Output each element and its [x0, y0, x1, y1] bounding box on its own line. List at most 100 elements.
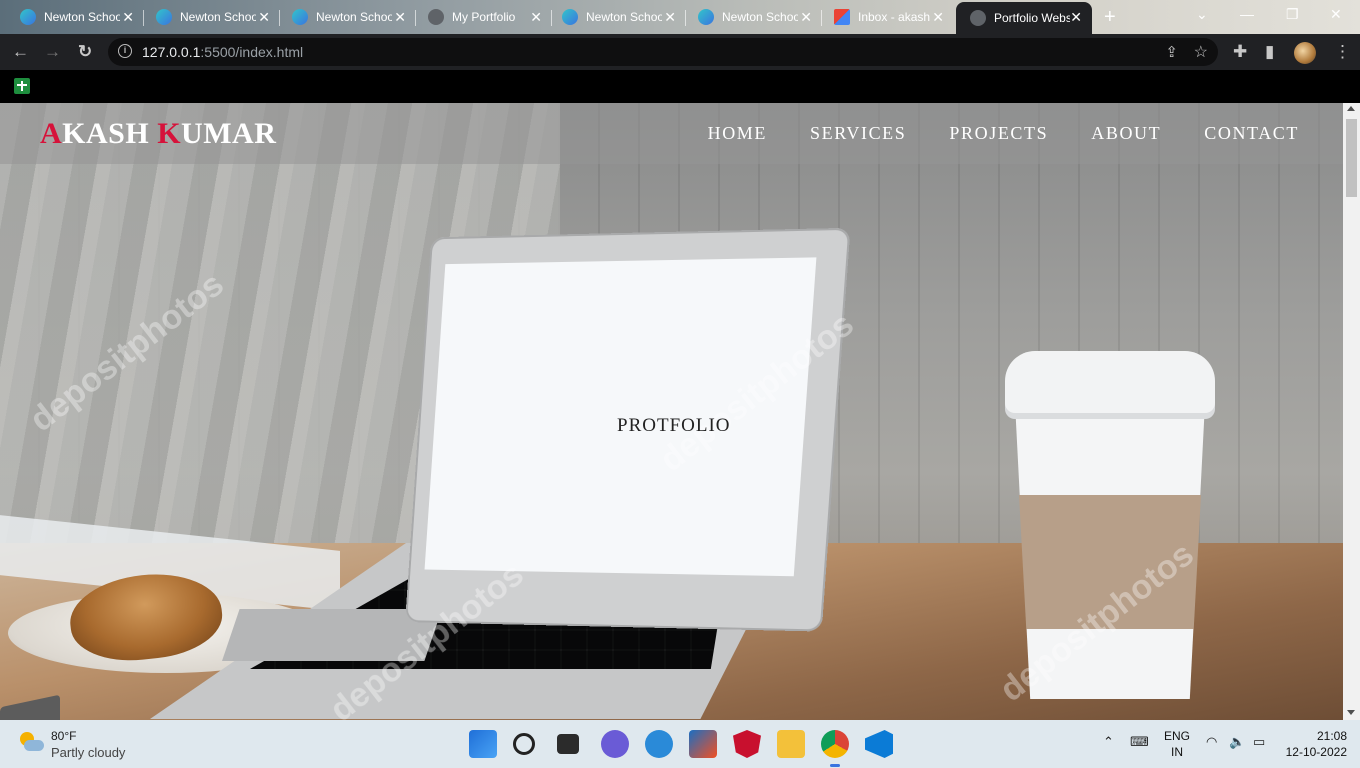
newton-icon [20, 9, 36, 25]
forward-icon[interactable]: → [44, 42, 61, 62]
weather-icon[interactable] [18, 732, 44, 752]
site-info-icon[interactable]: i [118, 44, 132, 58]
logo-text: UMAR [181, 117, 277, 150]
bookmark-star-icon[interactable]: ☆ [1194, 42, 1208, 62]
hero-heading: PROTFOLIO [617, 415, 731, 436]
sheets-bookmark-icon[interactable] [14, 78, 30, 94]
scroll-down-arrow-icon[interactable] [1347, 710, 1355, 715]
side-panel-icon[interactable]: ▮ [1265, 42, 1274, 62]
keyboard-icon[interactable]: ⌨ [1130, 734, 1149, 750]
url-host: 127.0.0.1 [142, 44, 201, 60]
weather-temperature[interactable]: 80°F [51, 729, 76, 743]
close-tab-icon[interactable]: ✕ [1070, 9, 1082, 26]
task-view-icon[interactable] [557, 734, 579, 754]
new-tab-icon[interactable]: + [1104, 6, 1116, 29]
close-window-icon[interactable]: ✕ [1330, 6, 1342, 23]
logo-initial: A [40, 117, 63, 150]
close-tab-icon[interactable]: ✕ [800, 9, 812, 26]
menu-icon[interactable]: ⋮ [1334, 42, 1351, 62]
vscode-icon[interactable] [865, 730, 893, 758]
url-text[interactable]: 127.0.0.1:5500/index.html [142, 44, 303, 60]
cup-lid [1005, 351, 1215, 413]
restore-icon[interactable]: ❐ [1286, 6, 1299, 23]
tab-strip: Newton School ✕ Newton School ✕ Newton S… [0, 0, 1360, 34]
store-icon[interactable] [689, 730, 717, 758]
browser-tab[interactable]: Newton School ✕ [542, 2, 686, 32]
url-path: :5500/index.html [200, 44, 304, 60]
nav-contact[interactable]: CONTACT [1204, 123, 1299, 144]
logo-text: KASH [62, 117, 158, 150]
browser-toolbar: ← → ↻ i 127.0.0.1:5500/index.html ⇪ ☆ ✚ … [0, 34, 1360, 70]
nav-services[interactable]: SERVICES [810, 123, 906, 144]
back-icon[interactable]: ← [12, 42, 29, 62]
chrome-icon[interactable] [821, 730, 849, 758]
github-icon [428, 9, 444, 25]
tab-title: Newton School [316, 10, 392, 24]
reload-icon[interactable]: ↻ [78, 42, 92, 62]
language-code: ENG [1163, 729, 1190, 743]
tab-title: Newton School [722, 10, 798, 24]
page-viewport: depositphotos depositphotos depositphoto… [0, 103, 1343, 720]
profile-avatar[interactable] [1294, 42, 1316, 64]
cloud-icon [24, 740, 44, 751]
close-tab-icon[interactable]: ✕ [530, 9, 542, 26]
browser-tab[interactable]: Newton School ✕ [0, 2, 144, 32]
browser-tab[interactable]: My Portfolio ✕ [408, 2, 552, 32]
logo-initial: K [157, 117, 182, 150]
weather-description[interactable]: Partly cloudy [51, 745, 125, 760]
newton-icon [156, 9, 172, 25]
close-tab-icon[interactable]: ✕ [258, 9, 270, 26]
minimize-icon[interactable]: — [1240, 6, 1254, 22]
region-code: IN [1171, 745, 1183, 759]
clock-time: 21:08 [1316, 729, 1347, 743]
close-tab-icon[interactable]: ✕ [394, 9, 406, 26]
nav-projects[interactable]: PROJECTS [949, 123, 1048, 144]
newton-icon [292, 9, 308, 25]
newton-icon [562, 9, 578, 25]
volume-icon[interactable]: 🔈 [1229, 734, 1245, 750]
search-icon[interactable] [513, 733, 535, 755]
gmail-icon [834, 9, 850, 25]
globe-icon [970, 10, 986, 26]
close-tab-icon[interactable]: ✕ [664, 9, 676, 26]
system-clock[interactable]: 21:08 12-10-2022 [1286, 728, 1347, 760]
close-tab-icon[interactable]: ✕ [122, 9, 134, 26]
battery-icon[interactable]: ▭ [1253, 734, 1265, 750]
tab-title: My Portfolio [452, 10, 516, 24]
file-explorer-icon[interactable] [777, 730, 805, 758]
browser-tab[interactable]: Newton School ✕ [272, 2, 416, 32]
windows-taskbar: 80°F Partly cloudy ⌃ ⌨ ENG IN ◠ 🔈 ▭ 21:0… [0, 720, 1360, 768]
extensions-icon[interactable]: ✚ [1233, 42, 1247, 62]
page-scrollbar[interactable] [1343, 103, 1360, 720]
browser-tab[interactable]: Newton School ✕ [678, 2, 822, 32]
teams-chat-icon[interactable] [601, 730, 629, 758]
browser-tab[interactable]: Newton School ✕ [136, 2, 280, 32]
hero-background: depositphotos depositphotos depositphoto… [0, 103, 1343, 720]
tab-title: Inbox - akash [858, 10, 931, 24]
start-icon[interactable] [469, 730, 497, 758]
tab-title: Newton School [44, 10, 120, 24]
scroll-thumb[interactable] [1346, 119, 1357, 197]
tab-title: Portfolio Website [994, 11, 1070, 25]
site-logo[interactable]: AKASH KUMAR [40, 117, 276, 151]
address-bar[interactable]: i 127.0.0.1:5500/index.html ⇪ ☆ [108, 38, 1218, 66]
mcafee-icon[interactable] [733, 730, 761, 758]
share-icon[interactable]: ⇪ [1165, 43, 1178, 61]
scroll-up-arrow-icon[interactable] [1347, 106, 1355, 111]
wifi-icon[interactable]: ◠ [1206, 734, 1217, 750]
tab-title: Newton School [586, 10, 662, 24]
nav-about[interactable]: ABOUT [1091, 123, 1161, 144]
newton-icon [698, 9, 714, 25]
tab-search-icon[interactable]: ⌄ [1196, 6, 1208, 23]
browser-tab[interactable]: Inbox - akash ✕ [814, 2, 954, 32]
browser-tab-active[interactable]: Portfolio Website ✕ [956, 2, 1092, 34]
clock-date: 12-10-2022 [1285, 745, 1347, 759]
tab-title: Newton School [180, 10, 256, 24]
language-indicator[interactable]: ENG IN [1162, 728, 1192, 760]
help-icon[interactable] [645, 730, 673, 758]
active-app-indicator [830, 764, 840, 767]
bookmarks-bar [0, 70, 1360, 103]
close-tab-icon[interactable]: ✕ [932, 9, 944, 26]
show-hidden-icons-icon[interactable]: ⌃ [1103, 734, 1114, 750]
nav-home[interactable]: HOME [708, 123, 767, 144]
